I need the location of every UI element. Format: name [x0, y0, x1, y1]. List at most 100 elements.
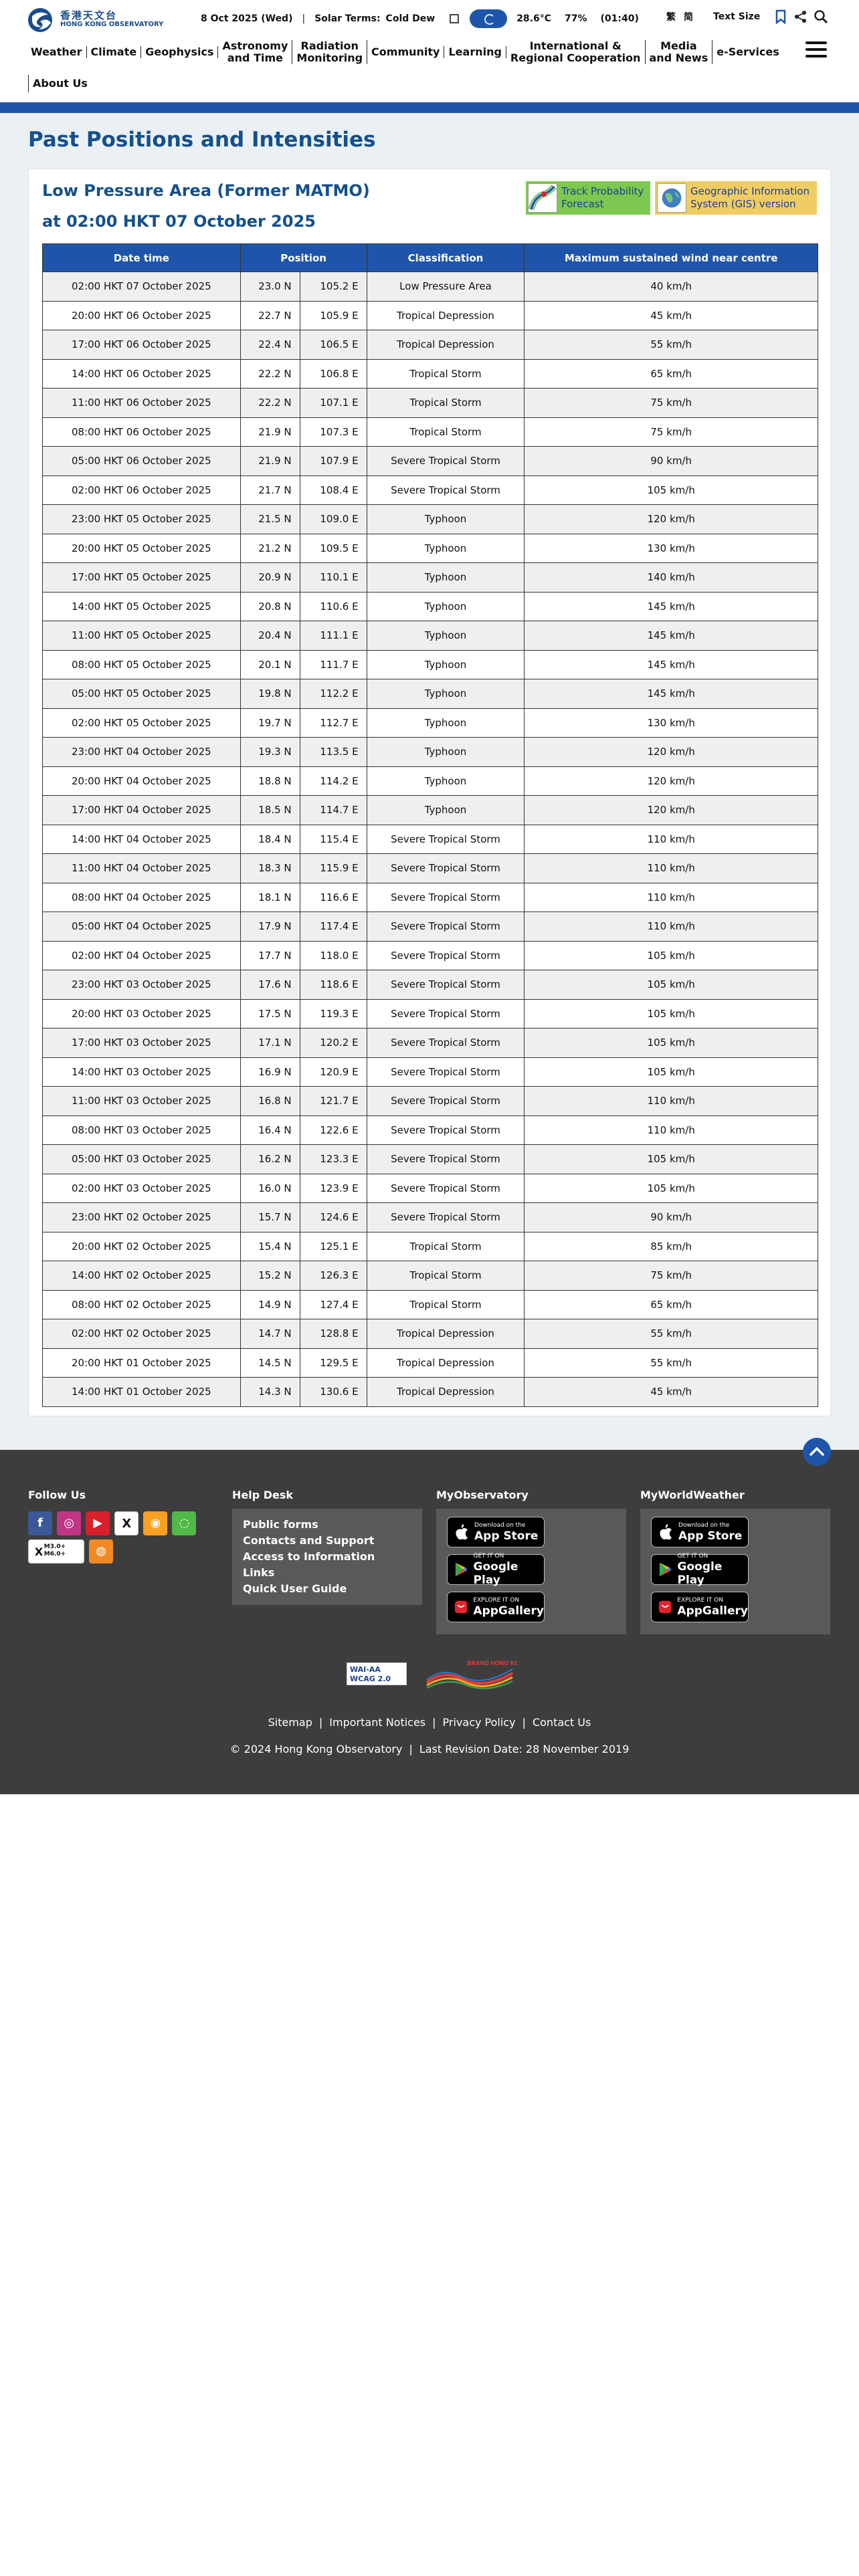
table-row: 08:00 HKT 03 October 2025 16.4 N 122.6 E Se…	[42, 1115, 818, 1145]
cell-longitude: 114.2 E	[299, 766, 367, 796]
cell-max-wind: 90 km/h	[524, 1202, 818, 1232]
text-size-button[interactable]: Text Size	[713, 11, 760, 22]
back-to-top-button[interactable]	[803, 1438, 831, 1466]
link-contacts-support[interactable]: Contacts and Support	[243, 1533, 411, 1549]
wcag-badge[interactable]: WAI-AA WCAG 2.0	[347, 1662, 407, 1685]
cell-max-wind: 65 km/h	[524, 1289, 818, 1319]
cell-date-time: 14:00 HKT 04 October 2025	[42, 824, 241, 854]
link-privacy-policy[interactable]: Privacy Policy	[443, 1716, 516, 1729]
cell-classification: Typhoon	[366, 708, 525, 738]
help-desk-heading: Help Desk	[232, 1489, 294, 1501]
hko-logo[interactable]: 香港天文台 HONG KONG OBSERVATORY	[27, 7, 163, 33]
cell-classification: Severe Tropical Storm	[366, 446, 525, 476]
mo-google-play-button[interactable]: GET IT ON Google Play	[447, 1553, 545, 1587]
cell-date-time: 11:00 HKT 06 October 2025	[42, 388, 241, 418]
link-access-information[interactable]: Access to Information	[243, 1549, 411, 1565]
bookmark-icon[interactable]	[773, 9, 788, 24]
link-sitemap[interactable]: Sitemap	[268, 1716, 312, 1729]
google-play-icon	[659, 1562, 672, 1577]
lang-traditional-chinese[interactable]: 繁	[666, 10, 676, 23]
nav-geophysics[interactable]: Geophysics	[141, 46, 219, 58]
cell-latitude: 18.3 N	[240, 853, 300, 883]
cell-date-time: 02:00 HKT 04 October 2025	[42, 940, 241, 970]
cell-latitude: 17.6 N	[240, 970, 300, 1000]
mo-app-store-button[interactable]: Download on the App Store	[447, 1517, 545, 1547]
mww-appgallery-button[interactable]: EXPLORE IT ON AppGallery	[651, 1592, 749, 1622]
gis-version-button[interactable]: Geographic Information System (GIS) vers…	[655, 181, 817, 215]
track-probability-label: Track Probability Forecast	[561, 185, 644, 210]
x-earthquake-icon[interactable]: M3.0+ M6.0+ X	[28, 1539, 84, 1564]
cell-latitude: 19.8 N	[240, 679, 300, 709]
link-links[interactable]: Links	[243, 1565, 411, 1581]
apple-small-text: Download on the	[474, 1522, 526, 1529]
divider: |	[318, 1716, 323, 1729]
google-small-text: GET IT ON	[677, 1553, 708, 1560]
search-icon[interactable]	[814, 9, 828, 24]
cell-latitude: 21.9 N	[240, 417, 300, 447]
mww-app-store-button[interactable]: Download on the App Store	[651, 1517, 749, 1547]
nav-astronomy-and-time[interactable]: Astronomy and Time	[218, 40, 293, 64]
nav-learning[interactable]: Learning	[444, 46, 506, 58]
cell-classification: Severe Tropical Storm	[366, 940, 525, 970]
nav-radiation-monitoring[interactable]: Radiation Monitoring	[292, 40, 368, 64]
huawei-appgallery-icon	[658, 1600, 672, 1614]
cell-date-time: 14:00 HKT 03 October 2025	[42, 1057, 241, 1087]
cell-longitude: 116.6 E	[299, 882, 367, 912]
cell-longitude: 110.1 E	[299, 562, 367, 593]
track-map-icon	[528, 183, 557, 213]
cell-date-time: 02:00 HKT 07 October 2025	[42, 272, 241, 302]
nav-e-services[interactable]: e-Services	[712, 46, 783, 58]
cell-classification: Typhoon	[366, 795, 525, 825]
nav-media-and-news[interactable]: Media and News	[646, 40, 713, 64]
youtube-icon[interactable]: ▶	[86, 1511, 110, 1535]
track-probability-forecast-button[interactable]: Track Probability Forecast	[526, 181, 650, 215]
instagram-icon[interactable]: ◎	[57, 1511, 82, 1535]
globe-icon	[657, 183, 686, 213]
link-quick-user-guide[interactable]: Quick User Guide	[243, 1581, 411, 1597]
weibo-icon[interactable]: ◉	[143, 1511, 168, 1535]
hamburger-menu-icon[interactable]	[805, 41, 827, 58]
cell-date-time: 14:00 HKT 05 October 2025	[42, 591, 241, 621]
table-row: 08:00 HKT 05 October 2025 20.1 N 111.7 E Ty…	[42, 649, 818, 679]
cell-classification: Severe Tropical Storm	[366, 1086, 525, 1116]
x-twitter-icon[interactable]: X	[114, 1511, 139, 1535]
huawei-big-text: AppGallery	[473, 1604, 544, 1618]
moon-icon[interactable]	[470, 9, 508, 28]
header-date-time: Date time	[42, 243, 241, 272]
nav-community[interactable]: Community	[367, 46, 445, 58]
facebook-icon[interactable]: f	[28, 1511, 52, 1535]
link-important-notices[interactable]: Important Notices	[329, 1716, 425, 1729]
mww-google-play-button[interactable]: GET IT ON Google Play	[651, 1553, 749, 1587]
table-row: 20:00 HKT 03 October 2025 17.5 N 119.3 E Se…	[42, 998, 818, 1029]
brand-hong-kong-logo[interactable]: BRAND HONG KONG	[424, 1656, 518, 1692]
nav-international-cooperation[interactable]: International & Regional Cooperation	[506, 40, 646, 64]
table-row: 23:00 HKT 02 October 2025 15.7 N 124.6 E Se…	[42, 1202, 818, 1232]
link-public-forms[interactable]: Public forms	[243, 1517, 411, 1533]
mo-appgallery-button[interactable]: EXPLORE IT ON AppGallery	[447, 1592, 545, 1622]
cell-classification: Tropical Storm	[366, 358, 525, 389]
cell-latitude: 16.8 N	[240, 1086, 300, 1116]
apple-icon	[456, 1524, 468, 1540]
solar-terms-label: Solar Terms:	[314, 13, 381, 24]
link-contact-us[interactable]: Contact Us	[533, 1716, 591, 1729]
cell-max-wind: 105 km/h	[524, 475, 818, 505]
cell-date-time: 08:00 HKT 06 October 2025	[42, 417, 241, 447]
rss-icon[interactable]: ◍	[89, 1539, 114, 1564]
cell-max-wind: 110 km/h	[524, 882, 818, 912]
apple-small-text: Download on the	[678, 1522, 730, 1529]
nav-weather[interactable]: Weather	[27, 46, 87, 58]
lang-simplified-chinese[interactable]: 简	[684, 10, 693, 23]
cell-classification: Severe Tropical Storm	[366, 1173, 525, 1203]
cell-longitude: 109.5 E	[299, 533, 367, 563]
cell-classification: Typhoon	[366, 504, 525, 534]
cell-date-time: 08:00 HKT 03 October 2025	[42, 1115, 241, 1145]
cell-longitude: 119.3 E	[299, 998, 367, 1029]
nav-about-us[interactable]: About Us	[28, 75, 88, 92]
nav-climate[interactable]: Climate	[87, 46, 142, 58]
wechat-icon[interactable]: ◌	[172, 1511, 197, 1535]
cell-max-wind: 120 km/h	[524, 504, 818, 534]
share-icon[interactable]	[793, 9, 808, 24]
cell-longitude: 125.1 E	[299, 1231, 367, 1261]
calendar-icon[interactable]	[450, 14, 460, 23]
cell-classification: Tropical Depression	[366, 300, 525, 330]
